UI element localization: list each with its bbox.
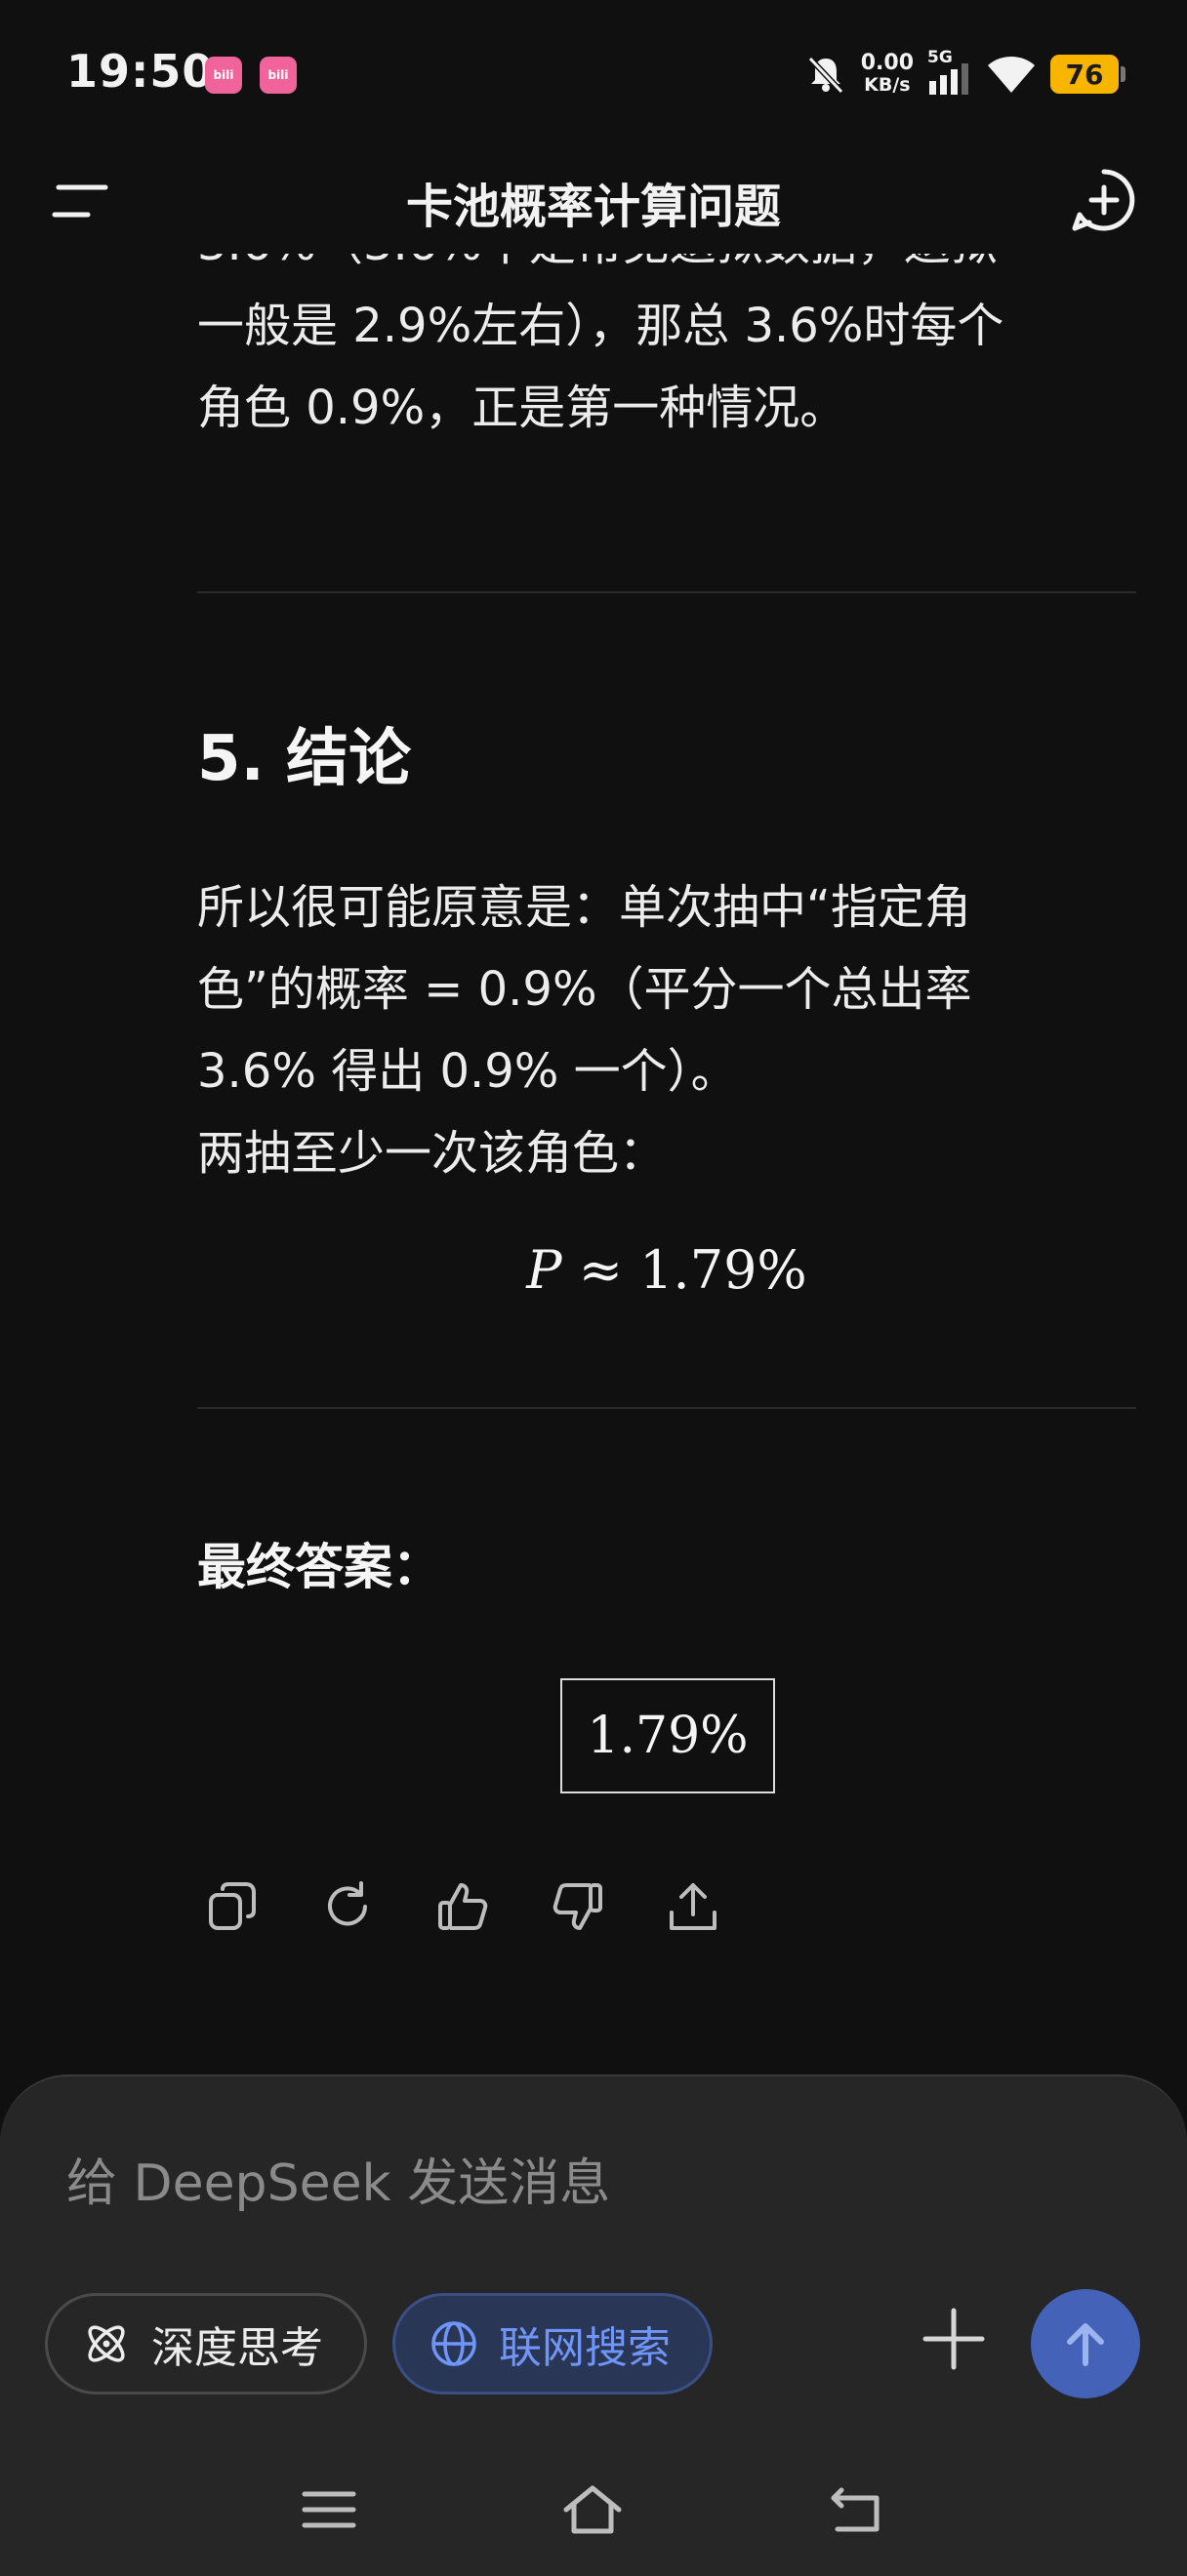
text-line: 所以很可能原意是：单次抽中“指定角 <box>197 880 971 935</box>
text-line: 3.6%（3.6%不是常见返狱数据，返狱 <box>197 254 1003 285</box>
globe-icon <box>431 2321 476 2366</box>
divider <box>197 1407 1136 1409</box>
clock: 19:50 <box>66 45 215 98</box>
probability-formula: P ≈ 1.79% <box>197 1239 1136 1301</box>
network-speed-unit: KB/s <box>864 74 911 96</box>
web-search-label: 联网搜索 <box>499 2323 671 2373</box>
bilibili-app-icon: bili <box>205 57 242 94</box>
status-icons: 0.00 KB/s 5G 76 <box>804 45 1126 103</box>
signal-bars-icon <box>929 63 968 95</box>
back-icon[interactable] <box>822 2480 890 2539</box>
home-icon[interactable] <box>558 2480 627 2539</box>
atom-icon <box>88 2325 125 2362</box>
thumbs-down-icon[interactable] <box>551 1879 605 1934</box>
text-line: 3.6% 得出 0.9% 一个）。 <box>197 1044 738 1099</box>
send-button[interactable] <box>1031 2289 1140 2398</box>
divider <box>197 591 1136 593</box>
bell-muted-icon <box>807 56 843 95</box>
text-line: 角色 0.9%，正是第一种情况。 <box>197 381 847 435</box>
wifi-icon <box>988 57 1035 93</box>
formula-variable: P <box>526 1239 562 1301</box>
thumbs-up-icon[interactable] <box>435 1879 490 1934</box>
battery-indicator: 76 <box>1050 55 1126 94</box>
deep-think-label: 深度思考 <box>151 2323 323 2373</box>
chat-response: 3.6%（3.6%不是常见返狱数据，返狱 一般是 2.9%左右），那总 3.6%… <box>197 254 1136 2020</box>
formula-value: ≈ 1.79% <box>561 1239 807 1301</box>
message-input[interactable] <box>66 2145 1121 2223</box>
page-title: 卡池概率计算问题 <box>405 180 781 234</box>
recent-apps-icon[interactable] <box>295 2480 363 2539</box>
share-icon[interactable] <box>666 1879 720 1934</box>
response-actions <box>205 1879 720 1934</box>
system-nav-bar <box>0 2459 1187 2556</box>
text-line: 两抽至少一次该角色： <box>197 1126 667 1181</box>
partial-paragraph: 3.6%（3.6%不是常见返狱数据，返狱 一般是 2.9%左右），那总 3.6%… <box>197 254 1003 449</box>
conclusion-paragraph: 所以很可能原意是：单次抽中“指定角 色”的概率 = 0.9%（平分一个总出率 3… <box>197 866 972 1194</box>
bilibili-app-icon: bili <box>260 57 297 94</box>
arrow-up-icon <box>1067 2323 1104 2366</box>
network-speed-value: 0.00 <box>860 51 914 75</box>
new-chat-icon[interactable] <box>1070 166 1138 234</box>
top-bar: 卡池概率计算问题 <box>0 146 1187 254</box>
section-heading: 5. 结论 <box>197 723 412 795</box>
final-answer-heading: 最终答案： <box>197 1539 441 1595</box>
text-line: 一般是 2.9%左右），那总 3.6%时每个 <box>197 299 1004 353</box>
regenerate-icon[interactable] <box>320 1879 375 1934</box>
copy-icon[interactable] <box>205 1879 260 1934</box>
deep-think-toggle[interactable]: 深度思考 <box>45 2293 367 2395</box>
signal-indicator: 5G <box>927 48 972 97</box>
attach-plus-icon[interactable] <box>918 2303 990 2375</box>
final-answer-box: 1.79% <box>560 1678 775 1793</box>
web-search-toggle[interactable]: 联网搜索 <box>392 2293 713 2395</box>
network-speed: 0.00 KB/s <box>860 51 914 97</box>
text-line: 色”的概率 = 0.9%（平分一个总出率 <box>197 962 972 1017</box>
status-bar: 19:50 bili bili 0.00 KB/s 5G 76 <box>0 0 1187 146</box>
